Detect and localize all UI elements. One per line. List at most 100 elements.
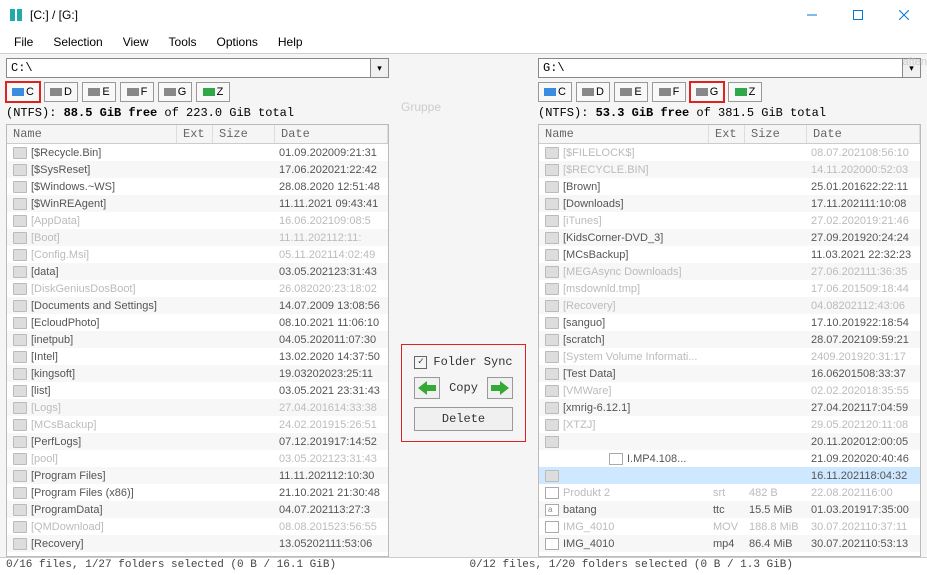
list-row[interactable]: [Boot]11.11.202112:11: [7, 229, 388, 246]
col-size[interactable]: Size [213, 125, 275, 143]
drive-icon [696, 88, 708, 96]
list-row[interactable]: batangttc15.5 MiB01.03.201917:35:00 [539, 501, 920, 518]
list-row[interactable]: [$Windows.~WS]28.08.2020 12:51:48 [7, 178, 388, 195]
list-row[interactable]: [MCsBackup]11.03.2021 22:32:23 [539, 246, 920, 263]
menu-selection[interactable]: Selection [43, 33, 112, 51]
left-rows[interactable]: [$Recycle.Bin]01.09.202009:21:31[$SysRes… [7, 144, 388, 556]
right-drive-e[interactable]: E [614, 82, 648, 102]
copy-left-button[interactable] [414, 377, 440, 399]
right-rows[interactable]: [$FILELOCK$]08.07.202108:56:10[$RECYCLE.… [539, 144, 920, 556]
menu-tools[interactable]: Tools [159, 33, 207, 51]
left-path-input[interactable] [6, 58, 371, 78]
list-row[interactable]: 16.11.202118:04:32 [539, 467, 920, 484]
right-drive-c[interactable]: C [538, 82, 572, 102]
list-row[interactable]: [sanguo]17.10.201922:18:54 [539, 314, 920, 331]
list-row[interactable]: [Test Data]16.06201508:33:37 [539, 365, 920, 382]
menu-options[interactable]: Options [207, 33, 268, 51]
folder-icon [13, 249, 27, 261]
right-drive-f[interactable]: F [652, 82, 686, 102]
list-row[interactable]: 20.11.202012:00:05 [539, 433, 920, 450]
list-row[interactable]: [System Volume Informati...2409.201920:3… [539, 348, 920, 365]
list-row[interactable]: Produkt 2srt482 B22.08.202116:00 [539, 484, 920, 501]
right-path-input[interactable] [538, 58, 903, 78]
folder-icon [545, 334, 559, 346]
list-row[interactable]: [ProgramData]04.07.202113:27:3 [7, 501, 388, 518]
folder-icon [13, 487, 27, 499]
list-row[interactable]: [Downloads]17.11.202111:10:08 [539, 195, 920, 212]
delete-button[interactable]: Delete [414, 407, 512, 431]
close-button[interactable] [881, 0, 927, 30]
list-row[interactable]: [list]03.05.2021 23:31:43 [7, 382, 388, 399]
list-row[interactable]: [PerfLogs]07.12.201917:14:52 [7, 433, 388, 450]
list-row[interactable]: [scratch]28.07.202109:59:21 [539, 331, 920, 348]
list-row[interactable]: [$SysReset]17.06.202021:22:42 [7, 161, 388, 178]
col-name[interactable]: Name [7, 125, 177, 143]
folder-sync-checkbox[interactable]: ✓ [414, 356, 427, 369]
drive-icon [735, 88, 747, 96]
col-date[interactable]: Date [275, 125, 388, 143]
list-row[interactable]: [QMDownload]08.08.201523:56:55 [7, 518, 388, 535]
menu-view[interactable]: View [113, 33, 159, 51]
list-row[interactable]: [Recovery]04.08202112:43:06 [539, 297, 920, 314]
decorative-text: aften [903, 56, 927, 68]
list-row[interactable]: [kingsoft]19.03202023:25:11 [7, 365, 388, 382]
list-row[interactable]: [MCsBackup]24.02.201915:26:51 [7, 416, 388, 433]
drive-icon [659, 88, 671, 96]
folder-icon [13, 317, 27, 329]
list-row[interactable]: [$RECYCLE.BIN]14.11.202000:52:03 [539, 161, 920, 178]
left-drive-g[interactable]: G [158, 82, 192, 102]
list-row[interactable]: [MEGAsync Downloads]27.06.202111:36:35 [539, 263, 920, 280]
left-drive-d[interactable]: D [44, 82, 78, 102]
list-row[interactable]: [pool]03.05.202123:31:43 [7, 450, 388, 467]
maximize-button[interactable] [835, 0, 881, 30]
list-row[interactable]: [DiskGeniusDosBoot]26.082020:23:18:02 [7, 280, 388, 297]
folder-icon [545, 351, 559, 363]
right-drive-d[interactable]: D [576, 82, 610, 102]
list-row[interactable]: [Intel]13.02.2020 14:37:50 [7, 348, 388, 365]
menu-help[interactable]: Help [268, 33, 313, 51]
list-row[interactable]: [Config.Msi]05.11.202114:02:49 [7, 246, 388, 263]
col-size[interactable]: Size [745, 125, 807, 143]
list-row[interactable]: [Program Files]11.11.202112:10:30 [7, 467, 388, 484]
left-path-dropdown[interactable]: ▾ [371, 58, 389, 78]
list-row[interactable]: [Documents and Settings]14.07.2009 13:08… [7, 297, 388, 314]
right-drive-g[interactable]: G [690, 82, 724, 102]
copy-right-button[interactable] [487, 377, 513, 399]
list-row[interactable]: IMG_4010mp486.4 MiB30.07.202110:53:13 [539, 535, 920, 552]
folder-icon [545, 300, 559, 312]
list-row[interactable]: [EcloudPhoto]08.10.2021 11:06:10 [7, 314, 388, 331]
list-row[interactable]: [inetpub]04.05.202011:07:30 [7, 331, 388, 348]
list-row[interactable]: [AppData]16.06.202109:08:5 [7, 212, 388, 229]
col-ext[interactable]: Ext [177, 125, 213, 143]
drive-icon [88, 88, 100, 96]
list-row[interactable]: [Logs]27.04.201614:33:38 [7, 399, 388, 416]
drive-icon [544, 88, 556, 96]
left-drive-z[interactable]: Z [196, 82, 230, 102]
col-date[interactable]: Date [807, 125, 920, 143]
right-drive-z[interactable]: Z [728, 82, 762, 102]
left-drive-c[interactable]: C [6, 82, 40, 102]
col-name[interactable]: Name [539, 125, 709, 143]
folder-icon [13, 368, 27, 380]
list-row[interactable]: [$FILELOCK$]08.07.202108:56:10 [539, 144, 920, 161]
list-row[interactable]: [$WinREAgent]11.11.2021 09:43:41 [7, 195, 388, 212]
list-row[interactable]: [data]03.05.202123:31:43 [7, 263, 388, 280]
left-drive-e[interactable]: E [82, 82, 116, 102]
menu-file[interactable]: File [4, 33, 43, 51]
list-row[interactable]: [iTunes]27.02.202019:21:46 [539, 212, 920, 229]
list-row[interactable]: [VMWare]02.02.202018:35:55 [539, 382, 920, 399]
list-row[interactable]: [Recovery]13.05202111:53:06 [7, 535, 388, 552]
list-row[interactable]: IMG_4010MOV188.8 MiB30.07.202110:37:11 [539, 518, 920, 535]
col-ext[interactable]: Ext [709, 125, 745, 143]
list-row[interactable]: [$Recycle.Bin]01.09.202009:21:31 [7, 144, 388, 161]
list-row[interactable]: [KidsCorner-DVD_3]27.09.201920:24:24 [539, 229, 920, 246]
left-drive-f[interactable]: F [120, 82, 154, 102]
list-row[interactable]: [Program Files (x86)]21.10.2021 21:30:48 [7, 484, 388, 501]
list-row[interactable]: I.MP4.108...21.09.202020:40:46 [539, 450, 920, 467]
list-row[interactable]: [XTZJ]29.05.202120:11:08 [539, 416, 920, 433]
minimize-button[interactable] [789, 0, 835, 30]
folder-icon [545, 181, 559, 193]
list-row[interactable]: [msdownld.tmp]17.06.201509:18:44 [539, 280, 920, 297]
list-row[interactable]: [xmrig-6.12.1]27.04.202117:04:59 [539, 399, 920, 416]
list-row[interactable]: [Brown]25.01.201622:22:11 [539, 178, 920, 195]
